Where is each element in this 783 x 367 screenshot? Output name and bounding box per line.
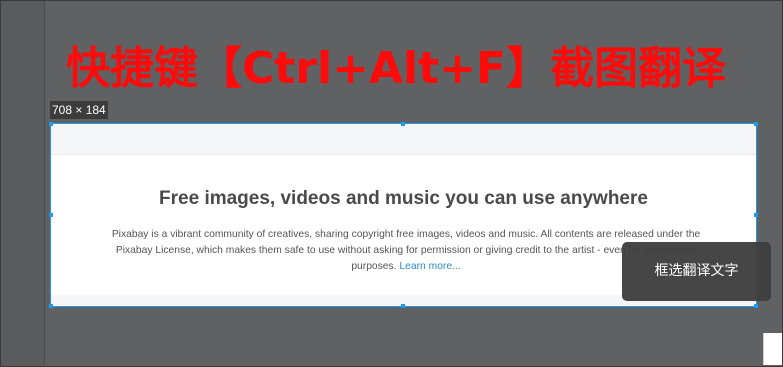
resize-handle-bottom-left[interactable] xyxy=(49,304,53,308)
resize-handle-bottom-center[interactable] xyxy=(401,304,405,308)
resize-handle-top-right[interactable] xyxy=(754,122,758,126)
resize-handle-top-left[interactable] xyxy=(49,122,53,126)
page-description: Pixabay is a vibrant community of creati… xyxy=(106,227,706,275)
learn-more-link[interactable]: Learn more... xyxy=(399,261,460,272)
selection-size-label: 708 × 184 xyxy=(50,101,108,119)
resize-handle-middle-left[interactable] xyxy=(49,213,53,217)
resize-handle-top-center[interactable] xyxy=(401,122,405,126)
select-text-tooltip: 框选翻译文字 xyxy=(622,242,771,301)
resize-handle-middle-right[interactable] xyxy=(754,213,758,217)
shortcut-banner: 快捷键【Ctrl+Alt+F】截图翻译 xyxy=(66,43,727,94)
page-header-band xyxy=(51,124,756,154)
resize-handle-bottom-right[interactable] xyxy=(754,304,758,308)
left-sidebar-strip xyxy=(0,0,45,367)
corner-panel xyxy=(763,333,782,365)
page-headline: Free images, videos and music you can us… xyxy=(159,188,648,209)
